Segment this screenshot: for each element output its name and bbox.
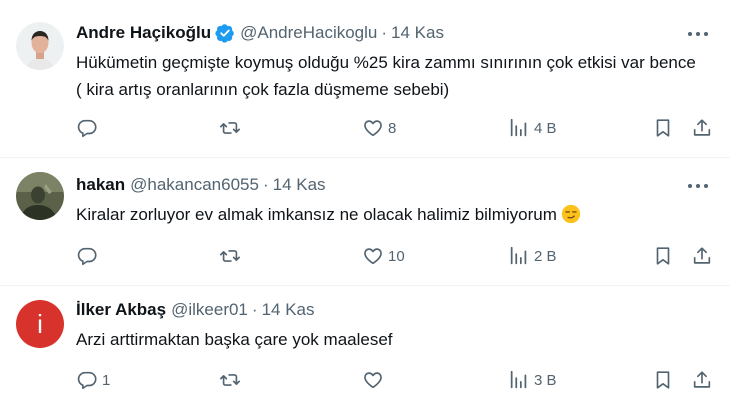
tweet[interactable]: i İlker Akbaş @ilkeer01 · 14 Kas Arzi ar…: [0, 286, 730, 420]
tweet[interactable]: Andre Haçikoğlu @AndreHacikoglu · 14 Kas…: [0, 0, 730, 158]
bookmark-icon: [652, 117, 674, 139]
tweet-text-container: Kiralar zorluyor ev almak imkansız ne ol…: [76, 201, 706, 228]
bookmark-button[interactable]: [652, 368, 674, 392]
tweet-date[interactable]: 14 Kas: [391, 22, 444, 44]
reply-button[interactable]: [76, 116, 102, 140]
tweet-header: Andre Haçikoğlu @AndreHacikoglu · 14 Kas: [76, 22, 444, 44]
view-count: 2 B: [534, 247, 557, 265]
avatar[interactable]: [16, 172, 64, 220]
views-icon: [508, 369, 530, 391]
share-icon: [691, 245, 713, 267]
more-icon[interactable]: [688, 24, 708, 44]
views-button[interactable]: 3 B: [508, 368, 557, 392]
retweet-button[interactable]: [219, 244, 245, 268]
views-button[interactable]: 2 B: [508, 244, 557, 268]
tweet-text: Hükümetin geçmişte koymuş olduğu %25 kir…: [76, 53, 696, 99]
tweet-actions: 8 4 B: [76, 116, 716, 140]
reply-button[interactable]: 1: [76, 368, 110, 392]
like-count: 8: [388, 119, 397, 137]
reply-count: 1: [102, 371, 111, 389]
like-button[interactable]: [362, 368, 388, 392]
retweet-button[interactable]: [219, 116, 245, 140]
replies-feed: Andre Haçikoğlu @AndreHacikoglu · 14 Kas…: [0, 0, 730, 420]
like-count: 10: [388, 247, 405, 265]
tweet[interactable]: hakan @hakancan6055 · 14 Kas Kiralar zor…: [0, 158, 730, 286]
bookmark-button[interactable]: [652, 116, 674, 140]
retweet-icon: [219, 369, 241, 391]
avatar-letter: i: [37, 308, 43, 339]
author-handle[interactable]: @ilkeer01: [171, 299, 248, 321]
separator-dot: ·: [251, 300, 258, 319]
share-icon: [691, 369, 713, 391]
more-icon[interactable]: [688, 176, 708, 196]
tweet-date[interactable]: 14 Kas: [273, 174, 326, 196]
retweet-button[interactable]: [219, 368, 245, 392]
view-count: 4 B: [534, 119, 557, 137]
views-button[interactable]: 4 B: [508, 116, 557, 140]
bookmark-icon: [652, 245, 674, 267]
bookmark-icon: [652, 369, 674, 391]
tweet-header: İlker Akbaş @ilkeer01 · 14 Kas: [76, 299, 315, 321]
like-button[interactable]: 10: [362, 244, 405, 268]
author-handle[interactable]: @hakancan6055: [130, 174, 259, 196]
tweet-header: hakan @hakancan6055 · 14 Kas: [76, 174, 326, 196]
reply-button[interactable]: [76, 244, 102, 268]
reply-icon: [76, 369, 98, 391]
avatar[interactable]: [16, 22, 64, 70]
reply-icon: [76, 117, 98, 139]
author-name[interactable]: Andre Haçikoğlu: [76, 22, 211, 44]
separator-dot: ·: [381, 23, 388, 42]
like-icon: [362, 245, 384, 267]
retweet-icon: [219, 245, 241, 267]
smirk-emoji: [561, 204, 581, 224]
avatar[interactable]: i: [16, 300, 64, 348]
share-button[interactable]: [691, 368, 713, 392]
views-icon: [508, 117, 530, 139]
reply-icon: [76, 245, 98, 267]
tweet-text: Kiralar zorluyor ev almak imkansız ne ol…: [76, 205, 557, 224]
share-button[interactable]: [691, 116, 713, 140]
verified-badge-icon: [215, 24, 234, 43]
share-icon: [691, 117, 713, 139]
bookmark-button[interactable]: [652, 244, 674, 268]
tweet-date[interactable]: 14 Kas: [262, 299, 315, 321]
like-button[interactable]: 8: [362, 116, 396, 140]
view-count: 3 B: [534, 371, 557, 389]
like-icon: [362, 369, 384, 391]
like-icon: [362, 117, 384, 139]
tweet-actions: 1 3 B: [76, 368, 716, 392]
separator-dot: ·: [262, 175, 269, 194]
author-handle[interactable]: @AndreHacikoglu: [240, 22, 377, 44]
retweet-icon: [219, 117, 241, 139]
author-name[interactable]: İlker Akbaş: [76, 299, 166, 321]
tweet-actions: 10 2 B: [76, 244, 716, 268]
views-icon: [508, 245, 530, 267]
author-name[interactable]: hakan: [76, 174, 125, 196]
share-button[interactable]: [691, 244, 713, 268]
tweet-text: Arzi arttirmaktan başka çare yok maalese…: [76, 330, 393, 349]
